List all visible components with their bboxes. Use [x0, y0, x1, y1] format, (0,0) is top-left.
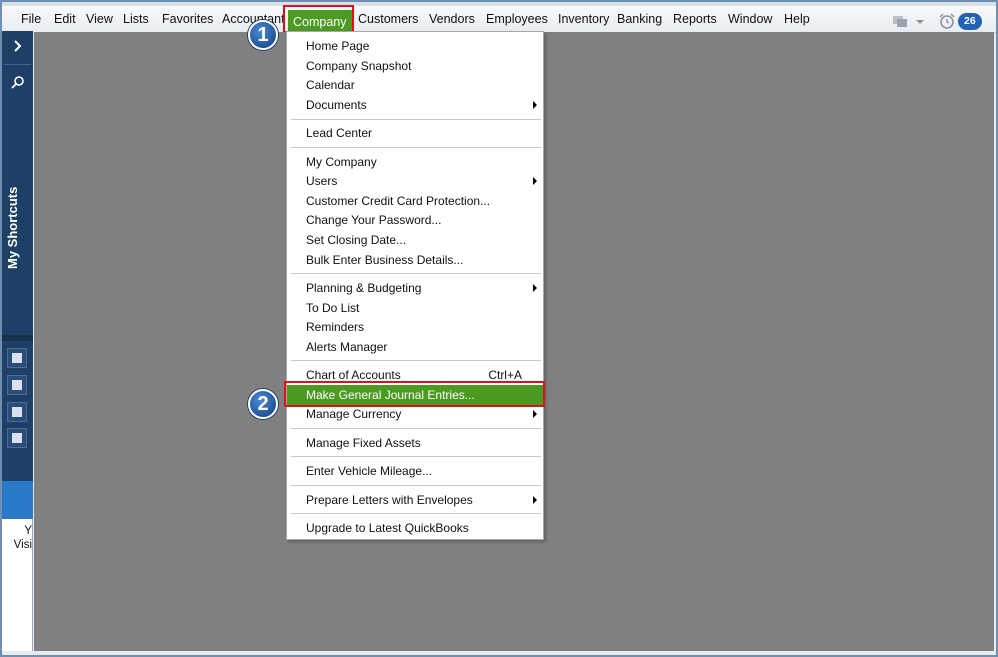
menu-item-prepare-letters-label: Prepare Letters with Envelopes — [306, 493, 473, 507]
menu-separator — [291, 360, 541, 361]
sidebar-footer-line2: Visi — [13, 539, 32, 551]
menu-view[interactable]: View — [86, 6, 113, 33]
menu-separator — [291, 485, 541, 486]
sidebar-promo-banner[interactable] — [2, 481, 33, 519]
submenu-arrow-icon — [533, 101, 537, 109]
menu-item-enter-vehicle-mileage[interactable]: Enter Vehicle Mileage... — [287, 461, 543, 481]
reminders-count: 26 — [958, 12, 982, 30]
company-menu: Home Page Company Snapshot Calendar Docu… — [286, 31, 544, 540]
menu-separator — [291, 428, 541, 429]
menu-item-my-company[interactable]: My Company — [287, 152, 543, 172]
step-1-marker: 1 — [248, 20, 278, 50]
step-2-marker: 2 — [248, 389, 278, 419]
menu-help[interactable]: Help — [784, 6, 810, 33]
company-highlight-box — [283, 5, 354, 33]
menu-item-users-label: Users — [306, 174, 338, 188]
menu-lists[interactable]: Lists — [123, 6, 149, 33]
menu-item-prepare-letters[interactable]: Prepare Letters with Envelopes — [287, 490, 543, 510]
menu-item-lead-center[interactable]: Lead Center — [287, 123, 543, 143]
menu-item-manage-fixed-assets[interactable]: Manage Fixed Assets — [287, 433, 543, 453]
shortcut-window-icon[interactable] — [7, 428, 27, 448]
menu-customers[interactable]: Customers — [358, 6, 418, 33]
menu-item-credit-card-protection[interactable]: Customer Credit Card Protection... — [287, 191, 543, 211]
menu-item-company-snapshot[interactable]: Company Snapshot — [287, 56, 543, 76]
window-switcher-icon[interactable] — [892, 11, 928, 31]
menu-item-manage-currency[interactable]: Manage Currency — [287, 404, 543, 424]
shortcut-chart-icon[interactable] — [7, 348, 27, 368]
search-icon[interactable] — [6, 73, 29, 96]
menu-file[interactable]: File — [21, 6, 41, 33]
menu-item-planning-label: Planning & Budgeting — [306, 281, 422, 295]
alarm-clock-icon[interactable] — [938, 11, 956, 31]
menu-item-upgrade-quickbooks[interactable]: Upgrade to Latest QuickBooks — [287, 518, 543, 538]
shortcuts-panel: My Shortcuts — [2, 31, 33, 483]
menu-item-planning-budgeting[interactable]: Planning & Budgeting — [287, 278, 543, 298]
menu-favorites[interactable]: Favorites — [162, 6, 213, 33]
menu-separator — [291, 147, 541, 148]
sidebar-separator — [2, 335, 33, 341]
reminders-badge[interactable]: 26 — [958, 11, 982, 31]
menu-window[interactable]: Window — [728, 6, 772, 33]
journal-entries-highlight-box — [284, 381, 545, 407]
menu-bar: File Edit View Lists Favorites Accountan… — [2, 6, 996, 34]
menu-vendors[interactable]: Vendors — [429, 6, 475, 33]
menu-item-alerts-manager[interactable]: Alerts Manager — [287, 337, 543, 357]
shortcut-list-icon[interactable] — [7, 375, 27, 395]
menu-banking[interactable]: Banking — [617, 6, 662, 33]
my-shortcuts-label[interactable]: My Shortcuts — [5, 187, 20, 269]
menu-item-reminders[interactable]: Reminders — [287, 317, 543, 337]
submenu-arrow-icon — [533, 284, 537, 292]
menu-item-users[interactable]: Users — [287, 171, 543, 191]
menu-edit[interactable]: Edit — [54, 6, 76, 33]
menu-item-manage-currency-label: Manage Currency — [306, 407, 402, 421]
menu-inventory[interactable]: Inventory — [558, 6, 609, 33]
menu-item-calendar[interactable]: Calendar — [287, 75, 543, 95]
submenu-arrow-icon — [533, 496, 537, 504]
menu-employees[interactable]: Employees — [486, 6, 548, 33]
submenu-arrow-icon — [533, 410, 537, 418]
menu-item-change-password[interactable]: Change Your Password... — [287, 210, 543, 230]
menu-item-set-closing-date[interactable]: Set Closing Date... — [287, 230, 543, 250]
menu-item-bulk-enter[interactable]: Bulk Enter Business Details... — [287, 250, 543, 270]
menu-reports[interactable]: Reports — [673, 6, 717, 33]
menu-item-chart-of-accounts-label: Chart of Accounts — [306, 368, 401, 382]
chevron-right-icon[interactable] — [6, 36, 29, 59]
menu-separator — [291, 119, 541, 120]
sidebar-divider — [4, 64, 31, 65]
menu-separator — [291, 513, 541, 514]
shortcuts-sidebar: My Shortcuts Y Visi — [2, 31, 33, 651]
menu-item-to-do-list[interactable]: To Do List — [287, 298, 543, 318]
submenu-arrow-icon — [533, 177, 537, 185]
menu-separator — [291, 273, 541, 274]
menu-item-documents-label: Documents — [306, 98, 367, 112]
menu-item-home-page[interactable]: Home Page — [287, 36, 543, 56]
menu-separator — [291, 456, 541, 457]
shortcut-bars-icon[interactable] — [7, 402, 27, 422]
menu-item-documents[interactable]: Documents — [287, 95, 543, 115]
sidebar-footer-line1: Y — [24, 525, 32, 537]
